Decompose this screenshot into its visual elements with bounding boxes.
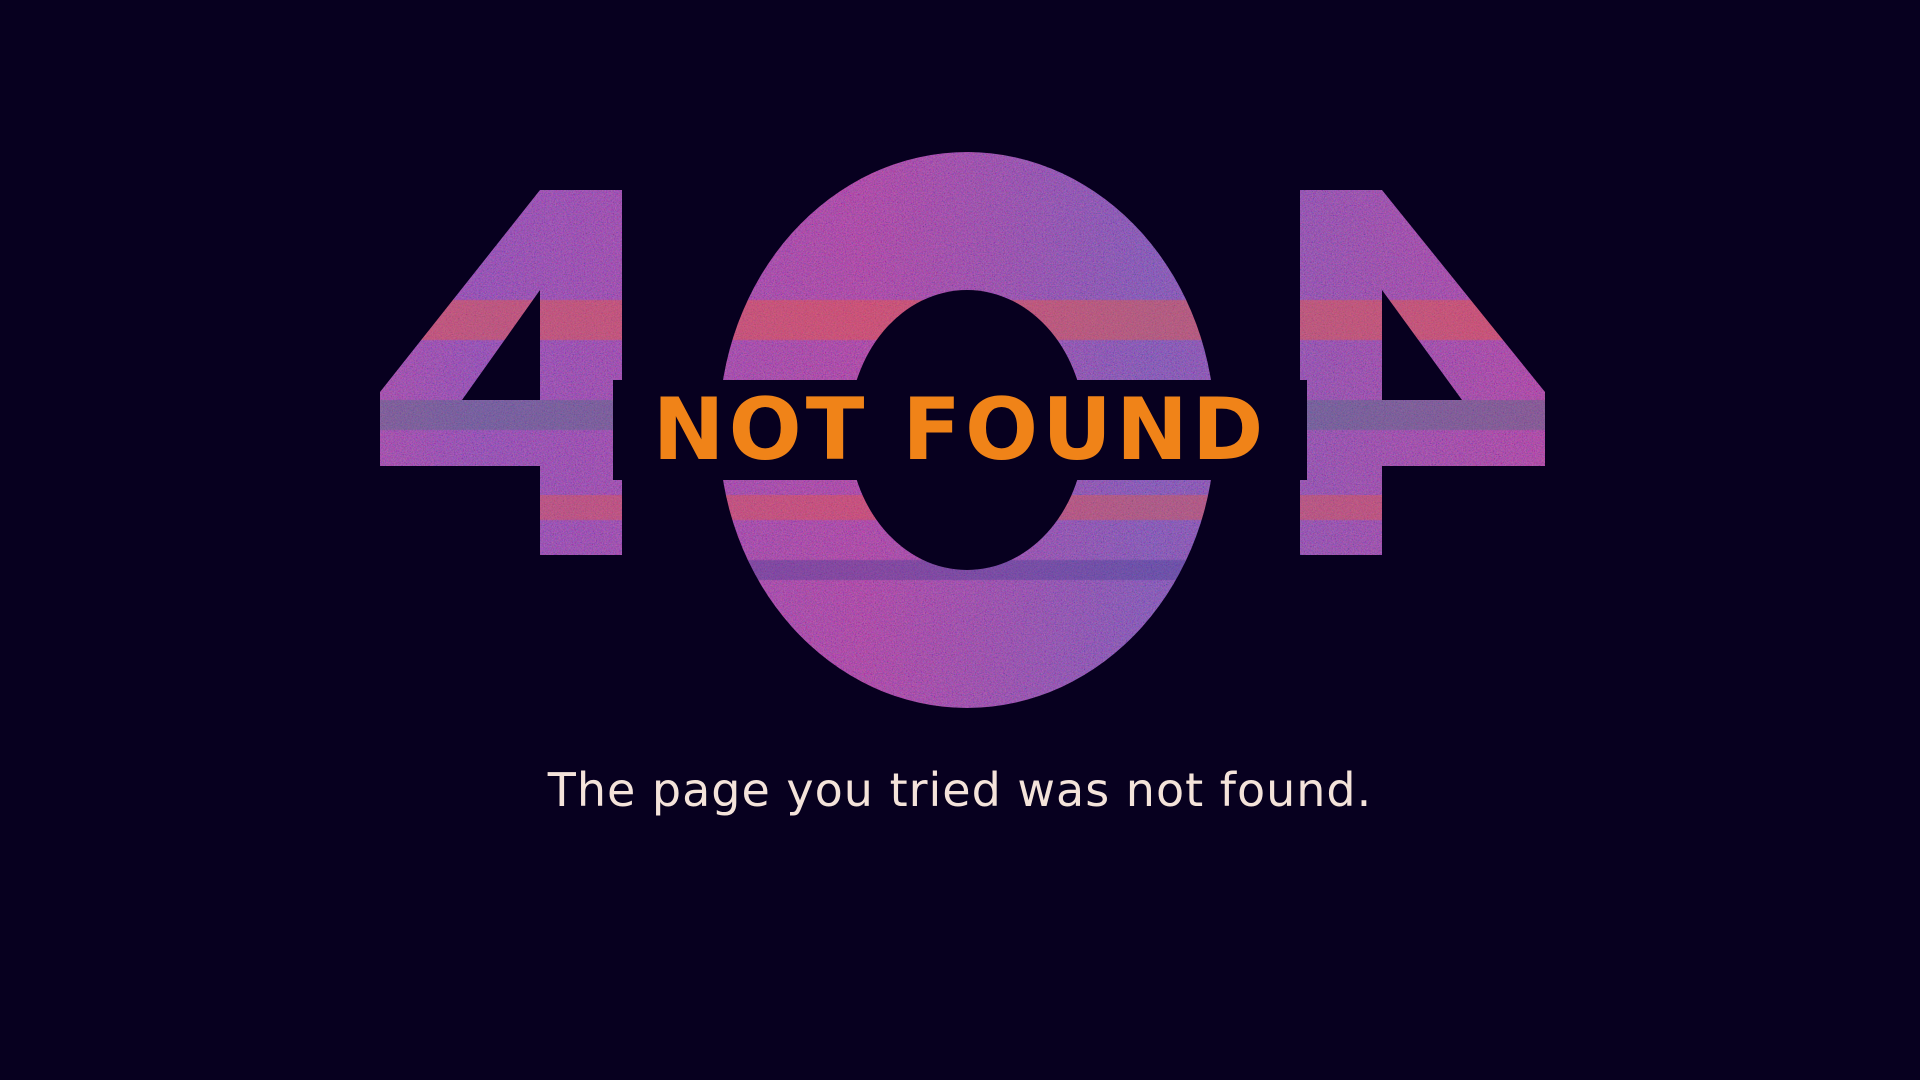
not-found-page: NOT FOUND The page you tried was not fou… bbox=[0, 0, 1920, 1080]
not-found-label: NOT FOUND bbox=[612, 380, 1308, 480]
not-found-heading: NOT FOUND bbox=[0, 380, 1920, 480]
digit-glyphs bbox=[0, 0, 1920, 1080]
not-found-message: The page you tried was not found. bbox=[547, 763, 1373, 817]
error-code-graphic bbox=[0, 0, 1920, 1080]
